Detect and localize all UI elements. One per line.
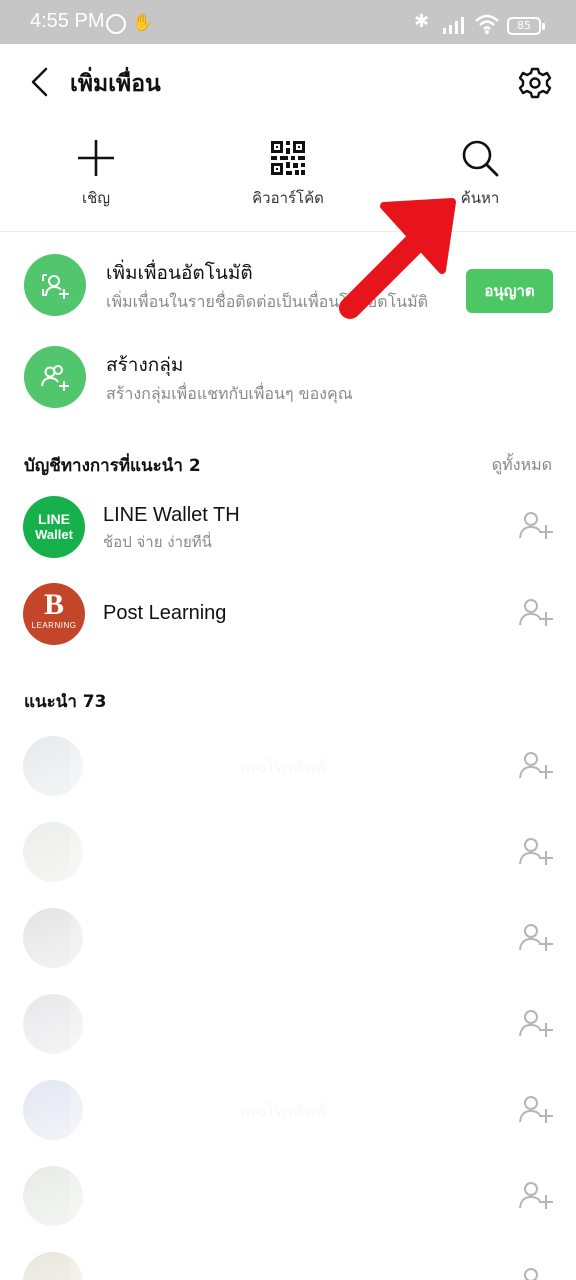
- official-account-row[interactable]: B LEARNING Post Learning: [0, 571, 576, 657]
- official-account-row[interactable]: LINE Wallet LINE Wallet TH ช้อป จ่าย ง่า…: [0, 484, 576, 570]
- add-friend-icon[interactable]: [518, 836, 554, 866]
- back-button[interactable]: [22, 62, 58, 102]
- header: เพิ่มเพื่อน: [0, 44, 576, 120]
- create-group-icon: [24, 346, 86, 408]
- avatar: [23, 1166, 83, 1226]
- search-label: ค้นหา: [460, 189, 500, 207]
- search-button[interactable]: ค้นหา: [384, 120, 576, 232]
- avatar: [23, 1252, 83, 1280]
- qr-code-icon: [271, 141, 305, 175]
- invite-button[interactable]: เชิญ: [0, 120, 192, 232]
- create-group-row[interactable]: สร้างกลุ่ม สร้างกลุ่มเพื่อแชทกับเพื่อนๆ …: [0, 334, 576, 420]
- wifi-icon: [475, 14, 499, 34]
- status-time: 4:55 PM: [30, 10, 105, 32]
- avatar-text: Wallet: [35, 527, 73, 542]
- avatar: [23, 908, 83, 968]
- see-all-link[interactable]: ดูทั้งหมด: [492, 453, 552, 478]
- auto-add-title: เพิ่มเพื่อนอัตโนมัติ: [106, 262, 253, 284]
- recommended-row[interactable]: [0, 1152, 576, 1238]
- add-method-row: เชิญ คิวอาร์โค้ด ค้นหา: [0, 120, 576, 232]
- avatar: [23, 822, 83, 882]
- avatar: [23, 1080, 83, 1140]
- auto-add-icon: [24, 254, 86, 316]
- recommended-row[interactable]: [0, 1238, 576, 1280]
- alarm-icon: [106, 14, 126, 34]
- hand-icon: ✋: [132, 13, 154, 33]
- gear-icon[interactable]: [516, 64, 554, 102]
- add-friend-icon[interactable]: [518, 922, 554, 952]
- battery-icon: 85: [507, 17, 545, 35]
- auto-add-subtitle: เพิ่มเพื่อนในรายชื่อติดต่อเป็นเพื่อนโดยอ…: [106, 292, 429, 311]
- avatar-text: LEARNING: [31, 621, 77, 630]
- add-friend-icon[interactable]: [518, 1094, 554, 1124]
- invite-label: เชิญ: [81, 189, 111, 207]
- recommended-heading: แนะนำ 73: [24, 692, 107, 712]
- avatar-text: B: [43, 588, 64, 621]
- qr-code-label: คิวอาร์โค้ด: [252, 189, 324, 207]
- qr-code-button[interactable]: คิวอาร์โค้ด: [192, 120, 384, 232]
- line-wallet-avatar: LINE Wallet: [23, 496, 85, 558]
- avatar-text: LINE: [38, 511, 70, 527]
- add-friend-icon[interactable]: [518, 510, 554, 540]
- status-bar: 4:55 PM ✋ ✱ 85: [0, 0, 576, 44]
- post-learning-avatar: B LEARNING: [23, 583, 85, 645]
- bluetooth-icon: ✱: [414, 11, 430, 32]
- avatar: [23, 736, 83, 796]
- auto-add-friends-row[interactable]: เพิ่มเพื่อนอัตโนมัติ เพิ่มเพื่อนในรายชื่…: [0, 242, 576, 328]
- account-name: Post Learning: [103, 602, 227, 624]
- signal-icon: [443, 17, 464, 34]
- add-friend-icon[interactable]: [518, 1008, 554, 1038]
- create-group-title: สร้างกลุ่ม: [106, 354, 184, 376]
- add-friend-icon[interactable]: [518, 750, 554, 780]
- recommended-row[interactable]: เลขโทรศัพท์: [0, 1066, 576, 1152]
- plus-icon: [78, 140, 114, 176]
- page-title: เพิ่มเพื่อน: [70, 71, 161, 97]
- recommended-reason: เลขโทรศัพท์: [240, 758, 326, 777]
- recommended-row[interactable]: [0, 894, 576, 980]
- account-subtitle: ช้อป จ่าย ง่ายทีนี่: [103, 533, 212, 551]
- recommended-row[interactable]: [0, 808, 576, 894]
- recommended-row[interactable]: [0, 980, 576, 1066]
- add-friend-icon[interactable]: [518, 1180, 554, 1210]
- create-group-subtitle: สร้างกลุ่มเพื่อแชทกับเพื่อนๆ ของคุณ: [106, 384, 353, 403]
- official-accounts-heading: บัญชีทางการที่แนะนำ 2: [24, 456, 201, 476]
- add-friend-icon[interactable]: [518, 1266, 554, 1280]
- add-friend-icon[interactable]: [518, 597, 554, 627]
- account-name: LINE Wallet TH: [103, 504, 240, 526]
- recommended-row[interactable]: เลขโทรศัพท์: [0, 722, 576, 808]
- avatar: [23, 994, 83, 1054]
- recommended-reason: เลขโทรศัพท์: [240, 1102, 326, 1121]
- allow-button[interactable]: อนุญาต: [466, 269, 553, 313]
- search-icon: [462, 140, 499, 177]
